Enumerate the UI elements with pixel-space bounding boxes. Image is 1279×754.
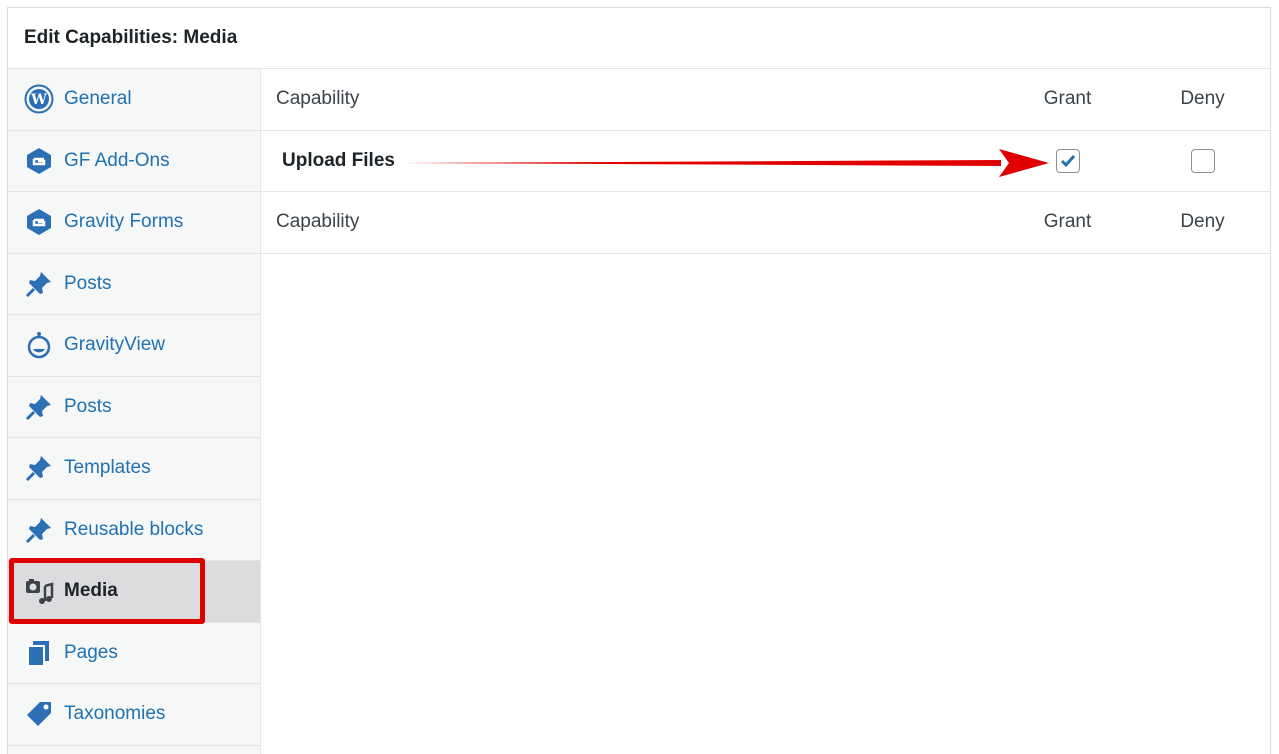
capabilities-panel: Edit Capabilities: Media W General GF Ad…: [7, 7, 1271, 754]
deny-checkbox[interactable]: [1190, 148, 1215, 173]
sidebar-item-posts[interactable]: Posts: [8, 254, 260, 315]
capability-sidebar: W General GF Add-Ons Gravity Forms Posts: [8, 69, 261, 754]
checkmark-icon: [1060, 154, 1075, 167]
sidebar-item-templates[interactable]: Templates: [8, 438, 260, 500]
sidebar-item-gf-add-ons[interactable]: GF Add-Ons: [8, 131, 260, 192]
sidebar-item-gravity-forms[interactable]: Gravity Forms: [8, 192, 260, 254]
sidebar-item-label: Reusable blocks: [64, 518, 204, 540]
sidebar-item-label: Gravity Forms: [64, 211, 184, 233]
tag-icon: [24, 699, 54, 729]
wordpress-icon: W: [24, 84, 54, 114]
sidebar-item-gravityview[interactable]: GravityView: [8, 315, 260, 377]
gravity-forms-icon: [24, 146, 54, 176]
sidebar-item-reusable-blocks[interactable]: Reusable blocks: [8, 500, 260, 561]
sidebar-item-media[interactable]: Media: [8, 561, 260, 623]
pushpin-icon: [24, 269, 54, 299]
svg-text:W: W: [30, 92, 47, 108]
sidebar-item-label: Pages: [64, 641, 118, 663]
panel-header: Edit Capabilities: Media: [8, 8, 1270, 69]
media-icon: [24, 576, 54, 606]
table-footer-row: Capability Grant Deny: [261, 192, 1270, 254]
pushpin-icon: [24, 453, 54, 483]
table-header-row: Capability Grant Deny: [261, 69, 1270, 131]
panel-title: Edit Capabilities: Media: [24, 27, 238, 48]
gravity-forms-icon: [24, 207, 54, 237]
sidebar-item-label: Taxonomies: [64, 703, 166, 725]
pushpin-icon: [24, 515, 54, 545]
sidebar-item-taxonomies[interactable]: Taxonomies: [8, 684, 260, 746]
column-footer-capability: Capability: [276, 211, 360, 233]
sidebar-item-label: Posts: [64, 395, 112, 417]
sidebar-item-posts-2[interactable]: Posts: [8, 377, 260, 438]
table-row: Upload Files: [261, 131, 1270, 192]
column-footer-grant: Grant: [1043, 211, 1092, 233]
sidebar-item-label: Posts: [64, 272, 112, 294]
column-header-grant: Grant: [1043, 88, 1092, 110]
sidebar-item-label: GF Add-Ons: [64, 149, 170, 171]
sidebar-item-label: General: [64, 88, 132, 110]
pushpin-icon: [24, 392, 54, 422]
column-footer-deny: Deny: [1180, 211, 1225, 233]
annotation-arrow: [401, 148, 1049, 177]
capabilities-table: Capability Grant Deny Upload Files Capab…: [261, 69, 1270, 754]
sidebar-item-label: GravityView: [64, 334, 166, 356]
gravityview-icon: [24, 330, 54, 360]
sidebar-item-general[interactable]: W General: [8, 69, 260, 131]
pages-icon: [24, 638, 54, 668]
sidebar-item-pages[interactable]: Pages: [8, 623, 260, 684]
sidebar-item-label: Templates: [64, 457, 151, 479]
sidebar-item-label: Media: [64, 580, 118, 602]
column-header-deny: Deny: [1180, 88, 1225, 110]
column-header-capability: Capability: [276, 88, 360, 110]
